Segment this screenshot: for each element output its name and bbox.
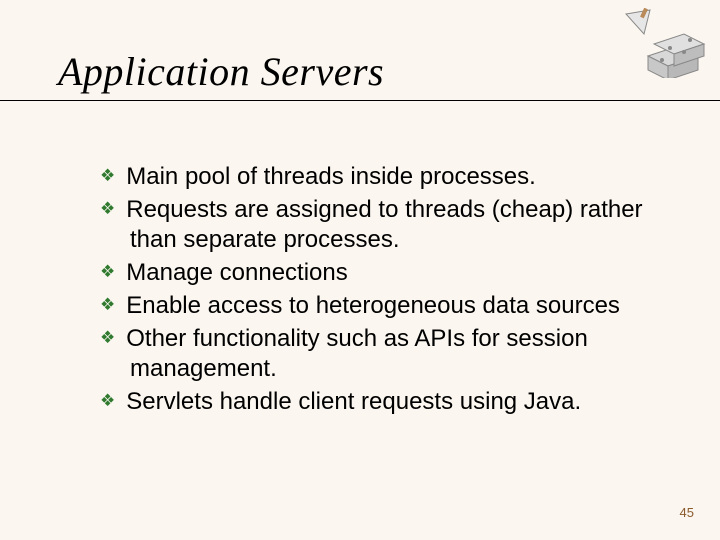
diamond-bullet-icon: ❖: [100, 391, 115, 410]
bricks-trowel-icon: [620, 8, 708, 78]
bullet-list: ❖Main pool of threads inside processes. …: [60, 162, 660, 420]
slide-title: Application Servers: [58, 48, 384, 95]
list-item: ❖ Servlets handle client requests using J…: [100, 387, 660, 418]
diamond-bullet-icon: ❖: [100, 166, 115, 185]
list-item: ❖ Enable access to heterogeneous data sou…: [100, 291, 660, 322]
list-item: ❖ Requests are assigned to threads (cheap…: [100, 195, 660, 256]
title-underline: [0, 100, 720, 101]
list-item-text: Manage connections: [126, 259, 347, 286]
diamond-bullet-icon: ❖: [100, 328, 115, 347]
list-item-text: Enable access to heterogeneous data sour…: [126, 292, 620, 319]
list-item-text: Servlets handle client requests using Ja…: [126, 388, 581, 415]
page-number: 45: [680, 505, 694, 520]
diamond-bullet-icon: ❖: [100, 295, 115, 314]
list-item: ❖ Other functionality such as APIs for se…: [100, 324, 660, 385]
list-item-text: Main pool of threads inside processes.: [126, 163, 536, 190]
diamond-bullet-icon: ❖: [100, 199, 115, 218]
list-item: ❖ Manage connections: [100, 258, 660, 289]
list-item-text: Other functionality such as APIs for ses…: [126, 325, 588, 383]
list-item: ❖ Main pool of threads inside processes.: [100, 162, 660, 193]
diamond-bullet-icon: ❖: [100, 262, 115, 281]
list-item-text: Requests are assigned to threads (cheap)…: [126, 196, 642, 254]
